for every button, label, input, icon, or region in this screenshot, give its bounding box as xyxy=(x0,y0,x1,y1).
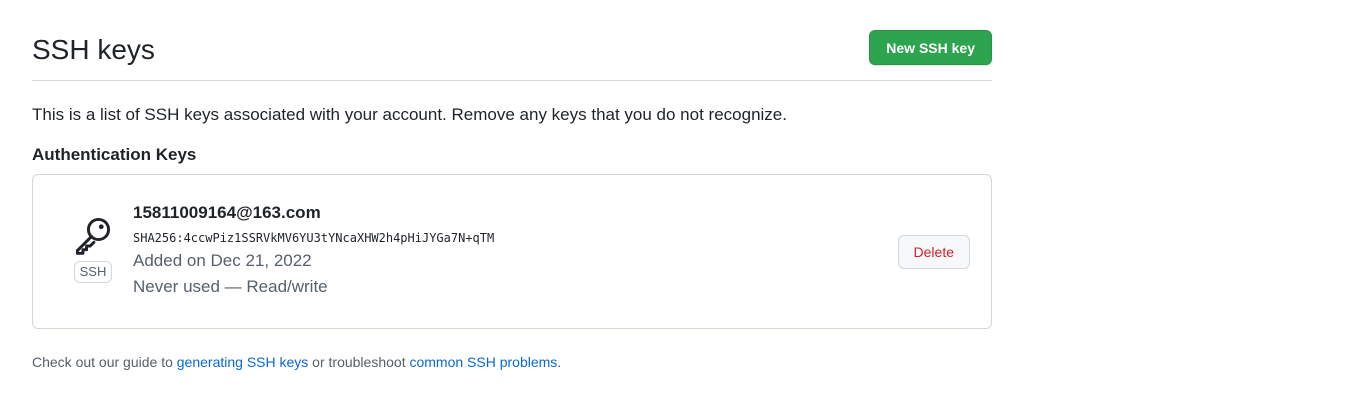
key-title: 15811009164@163.com xyxy=(133,203,321,222)
key-icon xyxy=(71,213,115,257)
delete-key-button[interactable]: Delete xyxy=(897,235,970,269)
new-ssh-key-button[interactable]: New SSH key xyxy=(869,30,992,65)
generating-ssh-keys-link[interactable]: generating SSH keys xyxy=(177,354,309,370)
page-header: SSH keys New SSH key xyxy=(32,30,992,81)
footer-middle: or troubleshoot xyxy=(308,354,410,370)
common-ssh-problems-link[interactable]: common SSH problems xyxy=(409,354,557,370)
section-title-authentication-keys: Authentication Keys xyxy=(32,145,197,164)
ssh-type-badge: SSH xyxy=(73,261,113,283)
page-description: This is a list of SSH keys associated wi… xyxy=(32,105,787,124)
footer-note: Check out our guide to generating SSH ke… xyxy=(32,352,992,372)
key-fingerprint: SHA256:4ccwPiz1SSRVkMV6YU3tYNcaXHW2h4pHi… xyxy=(133,231,495,245)
footer-prefix: Check out our guide to xyxy=(32,354,177,370)
ssh-key-item: SSH 15811009164@163.com SHA256:4ccwPiz1S… xyxy=(32,174,992,329)
page-title: SSH keys xyxy=(32,34,155,65)
key-added-date: Added on Dec 21, 2022 xyxy=(133,251,312,270)
ssh-keys-panel: SSH keys New SSH key This is a list of S… xyxy=(32,30,992,386)
key-usage-status: Never used — Read/write xyxy=(133,277,328,296)
key-info: 15811009164@163.com SHA256:4ccwPiz1SSRVk… xyxy=(133,202,494,299)
footer-suffix: . xyxy=(557,354,562,370)
page: SSH keys New SSH key This is a list of S… xyxy=(0,0,1353,400)
key-icon-column: SSH xyxy=(71,213,115,283)
